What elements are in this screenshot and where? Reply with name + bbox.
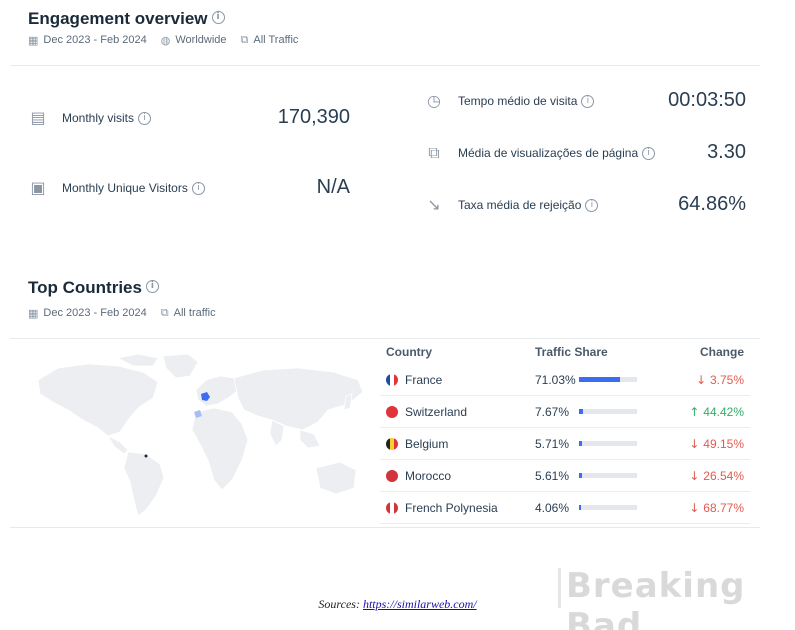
- flag-icon: [386, 373, 398, 386]
- table-row[interactable]: Belgium 5.71% ↓ 49.15%: [380, 428, 750, 460]
- divider: [10, 65, 760, 66]
- engagement-title: Engagement overview i: [28, 9, 225, 29]
- arrow-up-icon: ↑: [689, 404, 704, 419]
- info-icon[interactable]: i: [191, 182, 205, 196]
- flag-icon: [386, 437, 398, 450]
- metric-monthly-visits: ▤ Monthly visits i 170,390: [28, 106, 350, 128]
- column-change[interactable]: Change: [660, 345, 744, 359]
- traffic-source-icon: ⧉: [240, 33, 249, 46]
- metric-value: N/A: [316, 176, 350, 198]
- info-icon[interactable]: i: [642, 147, 656, 161]
- info-icon[interactable]: i: [585, 199, 599, 213]
- calendar-icon: ▦: [28, 306, 39, 320]
- traffic-share-bar-fill: [579, 409, 584, 414]
- country-name[interactable]: France: [405, 373, 442, 387]
- date-range-filter[interactable]: Dec 2023 - Feb 2024: [43, 34, 146, 46]
- change-value: 26.54%: [703, 468, 744, 483]
- traffic-share-bar-fill: [579, 441, 583, 446]
- traffic-filter[interactable]: All traffic: [174, 307, 216, 319]
- pages-icon: ⧉: [428, 143, 440, 162]
- traffic-share-value: 4.06%: [535, 500, 570, 515]
- metric-value: 00:03:50: [668, 89, 746, 111]
- divider: [10, 338, 760, 339]
- change-value: 44.42%: [703, 404, 744, 419]
- column-country[interactable]: Country: [380, 345, 530, 359]
- traffic-share-value: 5.71%: [535, 436, 570, 451]
- traffic-share-bar: [579, 441, 637, 446]
- traffic-share-bar-fill: [579, 377, 621, 382]
- column-traffic-share[interactable]: Traffic Share: [530, 345, 660, 359]
- countries-table: Country Traffic Share Change France 71.03…: [380, 340, 750, 524]
- change-value: 49.15%: [703, 436, 744, 451]
- info-icon[interactable]: i: [211, 11, 225, 25]
- table-header: Country Traffic Share Change: [380, 340, 750, 364]
- stopwatch-icon: ◷: [427, 91, 441, 110]
- traffic-share-bar-fill: [579, 473, 583, 478]
- traffic-source-icon: ⧉: [160, 306, 169, 319]
- engagement-filters: ▦ Dec 2023 - Feb 2024 ◍ Worldwide ⧉ All …: [28, 33, 298, 47]
- arrow-down-icon: ↓: [689, 436, 704, 451]
- change-value: 3.75%: [709, 372, 744, 387]
- top-countries-filters: ▦ Dec 2023 - Feb 2024 ⧉ All traffic: [28, 306, 216, 320]
- arrow-down-icon: ↓: [689, 500, 704, 515]
- info-icon[interactable]: i: [145, 280, 159, 294]
- table-row[interactable]: Morocco 5.61% ↓ 26.54%: [380, 460, 750, 492]
- date-range-filter[interactable]: Dec 2023 - Feb 2024: [43, 307, 146, 319]
- flag-icon: [386, 469, 398, 482]
- info-icon[interactable]: i: [138, 112, 152, 126]
- calendar-icon: ▦: [28, 33, 39, 47]
- country-name[interactable]: French Polynesia: [405, 501, 498, 515]
- metric-value: 3.30: [707, 141, 746, 163]
- traffic-filter[interactable]: All Traffic: [253, 34, 298, 46]
- country-name[interactable]: Belgium: [405, 437, 448, 451]
- calendar-icon: ▤: [30, 108, 46, 127]
- metric-value: 64.86%: [678, 193, 746, 215]
- globe-icon: ◍: [160, 33, 171, 47]
- metric-value: 170,390: [277, 106, 350, 128]
- traffic-share-value: 71.03%: [535, 372, 576, 387]
- arrow-down-icon: ↓: [689, 468, 704, 483]
- map-highlight-point: [144, 454, 148, 458]
- sources-link[interactable]: https://similarweb.com/: [363, 597, 477, 611]
- traffic-share-bar: [579, 473, 637, 478]
- flag-icon: [386, 405, 398, 418]
- table-row[interactable]: Switzerland 7.67% ↑ 44.42%: [380, 396, 750, 428]
- metric-pages-per-visit: ⧉ Média de visualizações de página i 3.30: [424, 141, 746, 163]
- country-name[interactable]: Morocco: [405, 469, 451, 483]
- arrow-down-icon: ↓: [696, 372, 710, 387]
- traffic-share-bar: [579, 505, 637, 510]
- traffic-share-value: 7.67%: [535, 404, 570, 419]
- info-icon[interactable]: i: [581, 95, 595, 109]
- watermark: Breaking Bad: [566, 566, 746, 630]
- watermark-bar: [558, 568, 561, 608]
- metric-unique-visitors: ▣ Monthly Unique Visitors i N/A: [28, 176, 350, 198]
- traffic-share-value: 5.61%: [535, 468, 570, 483]
- flag-icon: [386, 501, 398, 514]
- metric-bounce-rate: ↘ Taxa média de rejeição i 64.86%: [424, 193, 746, 215]
- table-row[interactable]: France 71.03% ↓ 3.75%: [380, 364, 750, 396]
- region-filter[interactable]: Worldwide: [175, 34, 226, 46]
- top-countries-title: Top Countries i: [28, 278, 159, 298]
- metric-avg-visit-duration: ◷ Tempo médio de visita i 00:03:50: [424, 89, 746, 111]
- traffic-share-bar-fill: [579, 505, 582, 510]
- bounce-arrow-icon: ↘: [427, 195, 441, 214]
- world-map[interactable]: [28, 350, 378, 520]
- table-row[interactable]: French Polynesia 4.06% ↓ 68.77%: [380, 492, 750, 524]
- change-value: 68.77%: [703, 500, 744, 515]
- traffic-share-bar: [579, 377, 637, 382]
- divider: [10, 527, 760, 528]
- traffic-share-bar: [579, 409, 637, 414]
- country-name[interactable]: Switzerland: [405, 405, 467, 419]
- person-card-icon: ▣: [30, 178, 46, 197]
